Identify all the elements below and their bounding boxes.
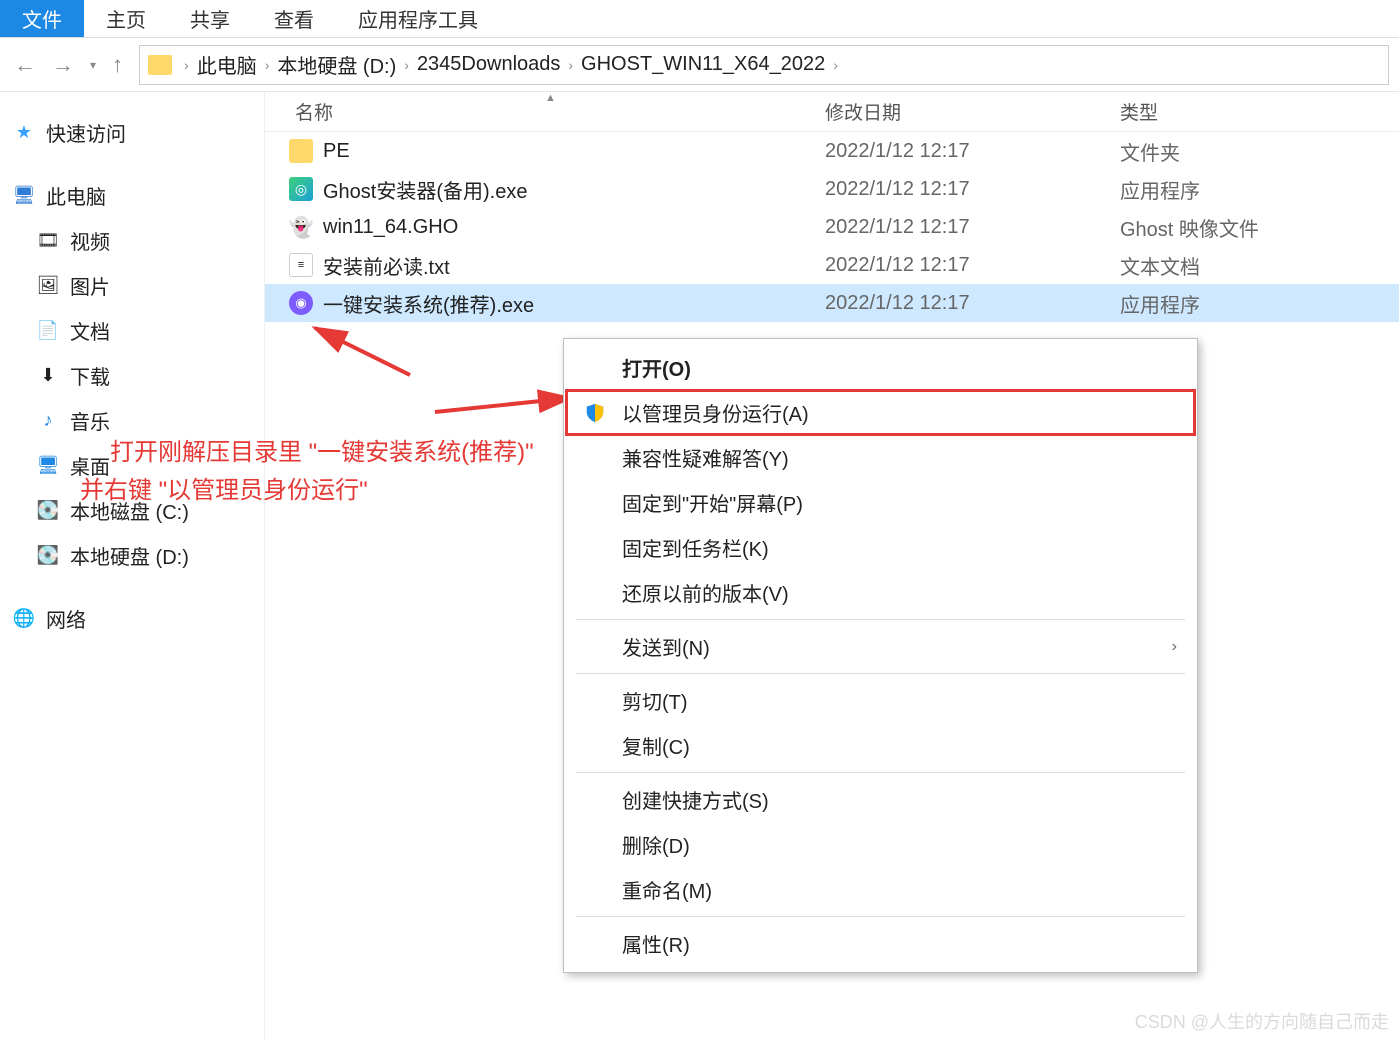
ctx-rename[interactable]: 重命名(M): [566, 867, 1195, 912]
nav-recent-icon[interactable]: ▾: [86, 54, 100, 76]
document-icon: 📄: [36, 321, 60, 341]
file-row[interactable]: 👻win11_64.GHO 2022/1/12 12:17Ghost 映像文件: [265, 208, 1399, 246]
breadcrumb-item[interactable]: 本地硬盘 (D:): [277, 50, 396, 79]
drive-icon: 💽: [36, 501, 60, 521]
chevron-right-icon: ›: [398, 57, 415, 73]
address-bar: ← → ▾ ↑ › 此电脑 › 本地硬盘 (D:) › 2345Download…: [0, 38, 1399, 92]
sidebar-downloads[interactable]: ⬇下载: [0, 353, 264, 398]
ctx-run-as-admin[interactable]: 以管理员身份运行(A): [566, 390, 1195, 435]
sidebar-videos[interactable]: 🎞视频: [0, 218, 264, 263]
col-date[interactable]: 修改日期: [825, 98, 1120, 125]
breadcrumb-item[interactable]: GHOST_WIN11_X64_2022: [581, 53, 825, 76]
sidebar-this-pc[interactable]: 🖥此电脑: [0, 173, 264, 218]
tab-file[interactable]: 文件: [0, 0, 84, 37]
gho-icon: 👻: [289, 215, 313, 239]
chevron-right-icon: ›: [178, 57, 195, 73]
nav-up-icon[interactable]: ↑: [108, 48, 127, 82]
ctx-cut[interactable]: 剪切(T): [566, 678, 1195, 723]
ctx-properties[interactable]: 属性(R): [566, 921, 1195, 966]
annotation-text: 并右键 "以管理员身份运行": [80, 470, 368, 505]
ctx-sendto[interactable]: 发送到(N)›: [566, 624, 1195, 669]
desktop-icon: 🖥: [36, 456, 60, 476]
breadcrumb-item[interactable]: 此电脑: [197, 50, 257, 79]
ctx-open[interactable]: 打开(O): [566, 345, 1195, 390]
tab-home[interactable]: 主页: [84, 0, 168, 37]
column-headers: ▲名称 修改日期 类型: [265, 92, 1399, 132]
separator: [576, 916, 1185, 917]
download-icon: ⬇: [36, 366, 60, 386]
pc-icon: 🖥: [12, 186, 36, 206]
ctx-shortcut[interactable]: 创建快捷方式(S): [566, 777, 1195, 822]
chevron-right-icon: ›: [827, 57, 844, 73]
file-row[interactable]: ◎Ghost安装器(备用).exe 2022/1/12 12:17应用程序: [265, 170, 1399, 208]
col-type[interactable]: 类型: [1120, 98, 1399, 125]
annotation-text: 打开刚解压目录里 "一键安装系统(推荐)": [110, 432, 534, 467]
ribbon-tabs: 文件 主页 共享 查看 应用程序工具: [0, 0, 1399, 38]
sidebar-ddrive[interactable]: 💽本地硬盘 (D:): [0, 533, 264, 578]
ctx-compat[interactable]: 兼容性疑难解答(Y): [566, 435, 1195, 480]
context-menu: 打开(O) 以管理员身份运行(A) 兼容性疑难解答(Y) 固定到"开始"屏幕(P…: [563, 338, 1198, 973]
music-icon: ♪: [36, 411, 60, 431]
col-name[interactable]: ▲名称: [265, 98, 825, 125]
watermark: CSDN @人生的方向随自己而走: [1135, 1008, 1389, 1034]
exe-icon: ◉: [289, 291, 313, 315]
chevron-right-icon: ›: [259, 57, 276, 73]
ctx-pin-start[interactable]: 固定到"开始"屏幕(P): [566, 480, 1195, 525]
file-row-selected[interactable]: ◉一键安装系统(推荐).exe 2022/1/12 12:17应用程序: [265, 284, 1399, 322]
sidebar-documents[interactable]: 📄文档: [0, 308, 264, 353]
separator: [576, 772, 1185, 773]
chevron-right-icon: ›: [1172, 638, 1177, 656]
ctx-restore[interactable]: 还原以前的版本(V): [566, 570, 1195, 615]
nav-back-icon[interactable]: ←: [10, 48, 40, 82]
star-icon: ★: [12, 123, 36, 143]
sort-asc-icon: ▲: [545, 92, 556, 104]
shield-icon: [584, 402, 606, 424]
tab-share[interactable]: 共享: [168, 0, 252, 37]
network-icon: 🌐: [12, 609, 36, 629]
ctx-copy[interactable]: 复制(C): [566, 723, 1195, 768]
video-icon: 🎞: [36, 231, 60, 251]
sidebar-network[interactable]: 🌐网络: [0, 596, 264, 641]
folder-icon: [289, 139, 313, 163]
folder-icon: [148, 55, 172, 75]
separator: [576, 673, 1185, 674]
exe-icon: ◎: [289, 177, 313, 201]
annotation-arrow-icon: [430, 380, 580, 420]
separator: [576, 619, 1185, 620]
breadcrumb-item[interactable]: 2345Downloads: [417, 53, 560, 76]
breadcrumb[interactable]: › 此电脑 › 本地硬盘 (D:) › 2345Downloads › GHOS…: [139, 45, 1389, 85]
sidebar-pictures[interactable]: 🖼图片: [0, 263, 264, 308]
ctx-delete[interactable]: 删除(D): [566, 822, 1195, 867]
tab-apptools[interactable]: 应用程序工具: [336, 0, 500, 37]
chevron-right-icon: ›: [562, 57, 579, 73]
file-row[interactable]: PE 2022/1/12 12:17文件夹: [265, 132, 1399, 170]
file-row[interactable]: ≡安装前必读.txt 2022/1/12 12:17文本文档: [265, 246, 1399, 284]
sidebar-quick-access[interactable]: ★快速访问: [0, 110, 264, 155]
tab-view[interactable]: 查看: [252, 0, 336, 37]
pictures-icon: 🖼: [36, 276, 60, 296]
annotation-arrow-icon: [300, 320, 420, 380]
ctx-pin-taskbar[interactable]: 固定到任务栏(K): [566, 525, 1195, 570]
nav-forward-icon[interactable]: →: [48, 48, 78, 82]
nav-sidebar: ★快速访问 🖥此电脑 🎞视频 🖼图片 📄文档 ⬇下载 ♪音乐 🖥桌面 💽本地磁盘…: [0, 92, 265, 1040]
txt-icon: ≡: [289, 253, 313, 277]
drive-icon: 💽: [36, 546, 60, 566]
